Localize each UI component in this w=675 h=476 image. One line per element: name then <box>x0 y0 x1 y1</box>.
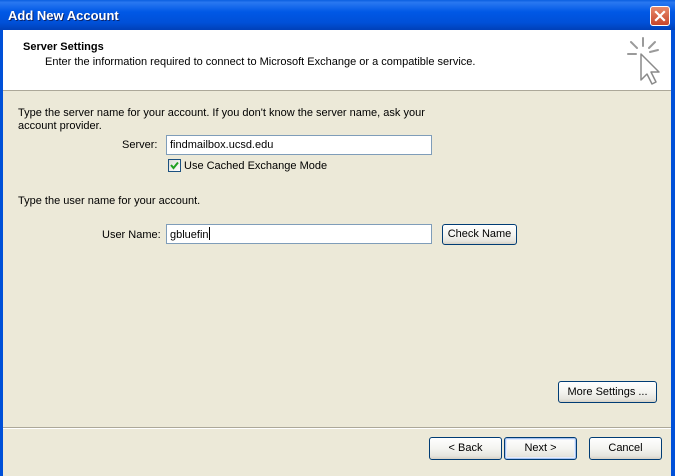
server-instructions-line1: Type the server name for your account. I… <box>18 107 425 119</box>
cached-exchange-mode-label[interactable]: Use Cached Exchange Mode <box>184 160 327 172</box>
check-name-button[interactable]: Check Name <box>442 224 517 245</box>
server-instructions-line2: account provider. <box>18 120 102 132</box>
back-button[interactable]: < Back <box>429 437 502 460</box>
checkmark-icon <box>170 161 179 170</box>
username-value: gbluefin <box>170 229 209 241</box>
username-label: User Name: <box>102 229 161 241</box>
footer-divider <box>3 427 671 429</box>
add-new-account-dialog: Add New Account Server Settings Enter th… <box>0 0 675 476</box>
server-label: Server: <box>122 139 158 151</box>
cached-exchange-mode-checkbox[interactable] <box>168 159 181 172</box>
close-button[interactable] <box>650 6 670 26</box>
more-settings-button[interactable]: More Settings ... <box>558 381 657 403</box>
username-input[interactable]: gbluefin <box>166 224 432 244</box>
next-button[interactable]: Next > <box>504 437 577 460</box>
cursor-sparkle-icon <box>627 37 660 85</box>
server-input[interactable]: findmailbox.ucsd.edu <box>166 135 432 155</box>
close-icon <box>654 10 666 22</box>
title-bar[interactable]: Add New Account <box>0 0 675 30</box>
page-description: Enter the information required to connec… <box>45 56 476 68</box>
window-title: Add New Account <box>8 8 119 23</box>
text-caret <box>208 227 210 240</box>
cancel-button[interactable]: Cancel <box>589 437 662 460</box>
page-title: Server Settings <box>23 41 104 53</box>
header-panel: Server Settings Enter the information re… <box>3 30 671 91</box>
window-border-right <box>671 30 675 476</box>
window-border-left <box>0 30 3 476</box>
user-instructions: Type the user name for your account. <box>18 195 201 207</box>
